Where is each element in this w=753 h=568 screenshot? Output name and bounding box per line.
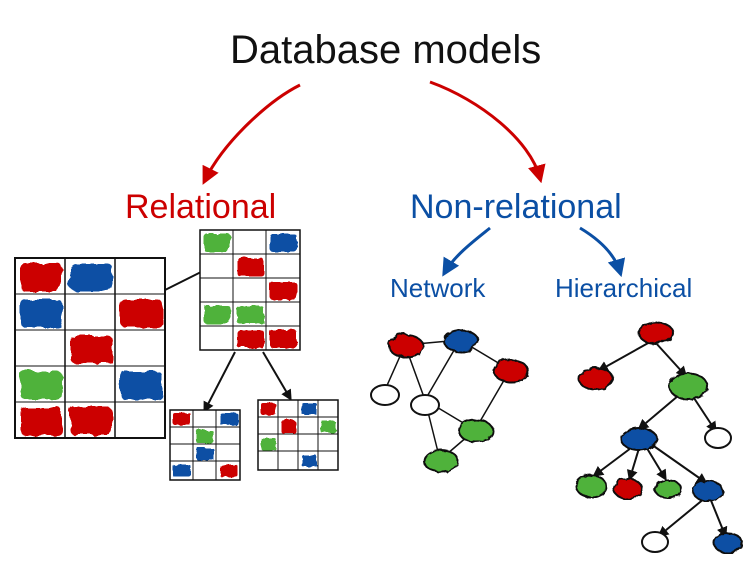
relational-tiny-table-2 [258,400,338,470]
branch-relational: Relational [125,188,276,227]
branch-network: Network [390,273,485,304]
relational-tiny-table-1 [170,410,240,480]
arrow-small1-to-tiny2 [263,352,290,398]
network-graph [371,329,527,471]
branch-nonrelational: Non-relational [410,188,622,227]
arrow-small1-to-tiny1 [205,352,235,410]
arrow-root-to-relational [205,85,300,180]
relational-big-table [15,258,165,438]
title: Database models [230,28,541,73]
arrow-root-to-nonrelational [430,82,540,178]
branch-hierarchical: Hierarchical [555,273,692,304]
arrow-nonrel-to-network [445,228,490,272]
hierarchical-tree [575,321,741,552]
relational-small-table-1 [200,230,300,350]
arrow-nonrel-to-hierarchical [580,228,620,272]
arrow-bigtable-to-small1 [165,260,225,290]
diagram-canvas: Database models Relational Non-relationa… [0,0,753,568]
